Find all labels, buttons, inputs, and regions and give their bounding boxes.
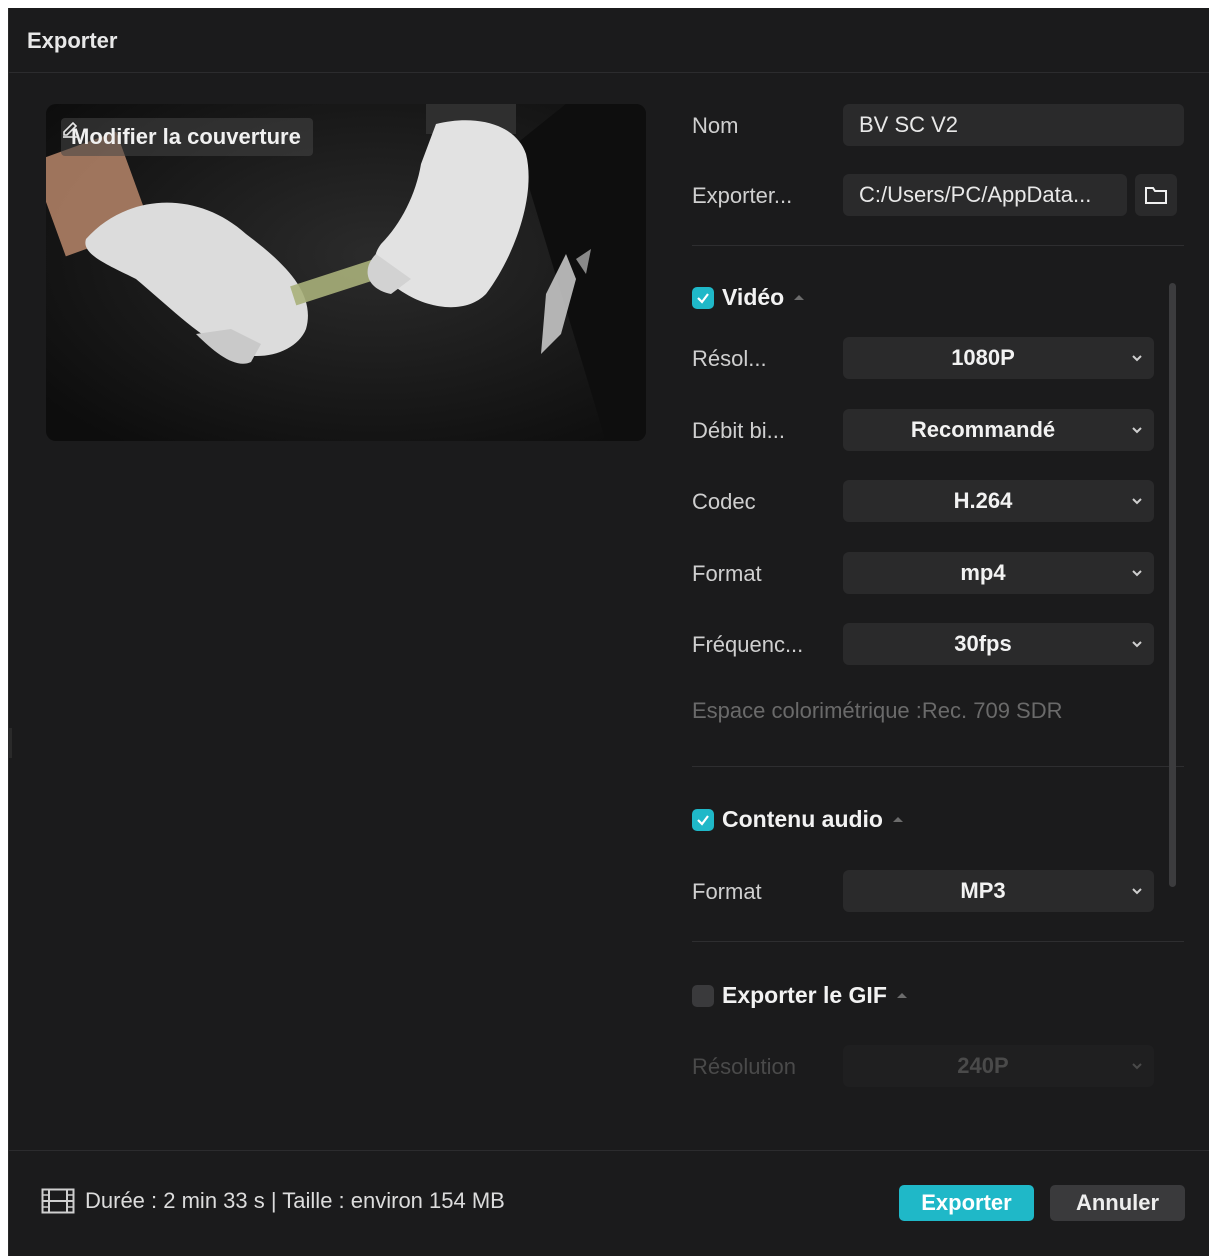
chevron-down-icon xyxy=(1132,1063,1142,1070)
collapse-caret-icon xyxy=(794,295,805,300)
codec-select[interactable]: H.264 xyxy=(843,480,1154,522)
collapse-caret-icon xyxy=(896,993,907,998)
resolution-select[interactable]: 1080P xyxy=(843,337,1154,379)
check-icon xyxy=(697,292,709,304)
gif-section-toggle[interactable]: Exporter le GIF xyxy=(692,982,907,1009)
edit-cover-label: Modifier la couverture xyxy=(71,124,301,149)
export-summary: Durée : 2 min 33 s | Taille : environ 15… xyxy=(41,1188,505,1214)
divider-audio xyxy=(692,941,1184,942)
audio-format-label: Format xyxy=(692,879,762,904)
color-space-info: Espace colorimétrique :Rec. 709 SDR xyxy=(692,698,1063,723)
codec-label: Codec xyxy=(692,489,756,514)
title-bar: Exporter xyxy=(9,8,1209,73)
check-icon xyxy=(697,814,709,826)
folder-icon xyxy=(1145,187,1167,204)
collapse-caret-icon xyxy=(892,817,903,822)
export-path-input[interactable]: C:/Users/PC/AppData... xyxy=(843,174,1127,216)
gif-resolution-select: 240P xyxy=(843,1045,1154,1087)
name-input[interactable]: BV SC V2 xyxy=(843,104,1184,146)
resolution-label: Résol... xyxy=(692,346,767,371)
gif-section-label: Exporter le GIF xyxy=(722,982,887,1008)
bitrate-label: Débit bi... xyxy=(692,418,785,443)
settings-scrollbar[interactable] xyxy=(1169,283,1176,887)
video-checkbox[interactable] xyxy=(692,286,714,309)
cover-preview[interactable]: Modifier la couverture xyxy=(46,104,646,441)
chevron-down-icon xyxy=(1132,427,1142,434)
divider-top xyxy=(692,245,1184,246)
resolution-value: 1080P xyxy=(951,345,1015,370)
film-icon xyxy=(41,1188,75,1214)
codec-value: H.264 xyxy=(953,488,1013,513)
gif-resolution-value: 240P xyxy=(957,1053,1009,1078)
chevron-down-icon xyxy=(1132,355,1142,362)
chevron-down-icon xyxy=(1132,641,1142,648)
audio-checkbox[interactable] xyxy=(692,808,714,831)
cancel-button[interactable]: Annuler xyxy=(1050,1185,1185,1221)
audio-format-value: MP3 xyxy=(960,878,1006,903)
name-label: Nom xyxy=(692,113,739,138)
framerate-label: Fréquenc... xyxy=(692,632,804,657)
divider-video xyxy=(692,766,1184,767)
framerate-value: 30fps xyxy=(954,631,1012,656)
duration-size-text: Durée : 2 min 33 s | Taille : environ 15… xyxy=(85,1188,505,1213)
chevron-down-icon xyxy=(1132,888,1142,895)
framerate-select[interactable]: 30fps xyxy=(843,623,1154,665)
footer-divider xyxy=(9,1150,1209,1151)
audio-format-select[interactable]: MP3 xyxy=(843,870,1154,912)
bitrate-select[interactable]: Recommandé xyxy=(843,409,1154,451)
export-button[interactable]: Exporter xyxy=(899,1185,1034,1221)
gif-checkbox[interactable] xyxy=(692,984,714,1007)
bitrate-value: Recommandé xyxy=(910,417,1056,442)
gif-resolution-label: Résolution xyxy=(692,1054,796,1079)
video-section-toggle[interactable]: Vidéo xyxy=(692,284,805,311)
video-format-label: Format xyxy=(692,561,762,586)
export-path-label: Exporter... xyxy=(692,183,793,208)
window-edge-marker xyxy=(9,728,12,758)
audio-section-toggle[interactable]: Contenu audio xyxy=(692,806,903,833)
pencil-icon xyxy=(63,121,79,138)
chevron-down-icon xyxy=(1132,570,1142,577)
video-format-value: mp4 xyxy=(960,560,1006,585)
edit-cover-button[interactable]: Modifier la couverture xyxy=(61,118,313,156)
browse-folder-button[interactable] xyxy=(1135,174,1177,216)
dialog-title: Exporter xyxy=(27,28,118,53)
video-section-label: Vidéo xyxy=(722,284,785,310)
chevron-down-icon xyxy=(1132,498,1142,505)
export-dialog: Exporter Modifier la couverture Nom BV S… xyxy=(8,8,1209,1256)
video-format-select[interactable]: mp4 xyxy=(843,552,1154,594)
audio-section-label: Contenu audio xyxy=(722,806,883,832)
